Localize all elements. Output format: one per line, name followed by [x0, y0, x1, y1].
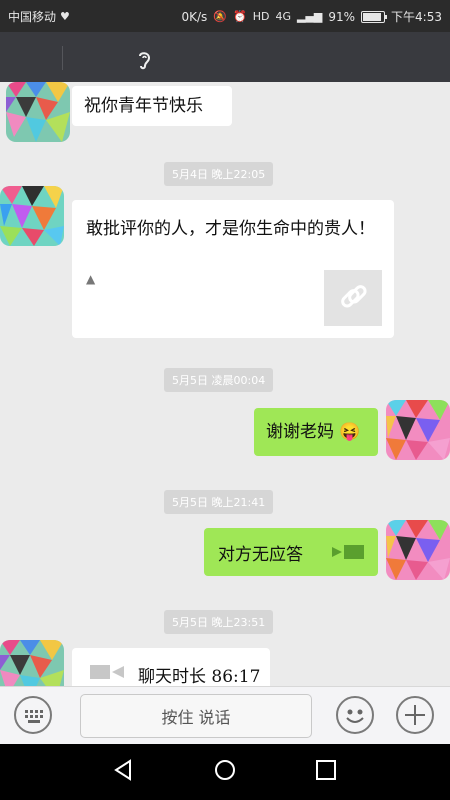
emoji-button[interactable] — [336, 696, 374, 734]
message-text: 祝你青年节快乐 — [84, 96, 203, 116]
hold-to-talk-label: 按住 说话 — [161, 708, 231, 727]
plus-icon — [405, 705, 425, 725]
battery-icon — [361, 10, 388, 23]
avatar[interactable] — [0, 186, 64, 246]
back-icon[interactable] — [112, 758, 136, 782]
link-thumbnail[interactable] — [324, 270, 382, 326]
link-card-text: 敢批评你的人，才是你生命中的贵人！ — [86, 219, 375, 239]
message-text: 对方无应答 — [218, 545, 303, 565]
timestamp: 5月5日 晚上21:41 — [164, 490, 274, 514]
hold-to-talk-button[interactable]: 按住 说话 — [80, 694, 312, 738]
timestamp: 5月5日 凌晨00:04 — [164, 368, 274, 392]
keyboard-toggle-button[interactable] — [14, 696, 52, 734]
more-options-button[interactable] — [396, 696, 434, 734]
smiley-icon — [346, 709, 364, 723]
heart-pulse-icon: ♥ — [60, 10, 70, 23]
video-camera-icon — [332, 545, 364, 559]
mute-icon: 🔕 — [213, 10, 227, 23]
link-card[interactable]: 敢批评你的人，才是你生命中的贵人！ ▲ — [72, 200, 394, 338]
carrier-label: 中国移动 — [8, 10, 57, 24]
clock: 下午4:53 — [391, 10, 442, 24]
avatar[interactable] — [0, 640, 64, 686]
timestamp: 5月4日 晚上22:05 — [164, 162, 274, 186]
android-nav-bar — [0, 744, 450, 800]
earpiece-mode-icon[interactable] — [135, 50, 155, 70]
message-bubble-self[interactable]: 谢谢老妈 😝 — [254, 408, 378, 456]
network-type-icon: 4G — [275, 10, 291, 23]
chat-area[interactable]: 祝你青年节快乐 5月4日 晚上22:05 敢批评你的人，才是你生命中的贵人！ ▲ — [0, 82, 450, 686]
home-icon[interactable] — [213, 758, 237, 782]
timestamp: 5月5日 晚上23:51 — [164, 610, 274, 634]
status-bar: 中国移动 ♥ 0K/s 🔕 ⏰ HD 4G ▂▄▆ 91% 下午4:53 — [0, 0, 450, 32]
hd-icon: HD — [252, 10, 270, 23]
video-camera-icon — [90, 665, 124, 679]
video-call-bubble[interactable]: 聊天时长 86:17 — [72, 648, 270, 686]
keyboard-icon — [25, 710, 43, 723]
avatar-self[interactable] — [386, 400, 450, 460]
expand-arrow-icon[interactable]: ▲ — [86, 272, 95, 286]
input-bar: 按住 说话 — [0, 686, 450, 745]
alarm-icon: ⏰ — [233, 10, 247, 23]
network-speed: 0K/s — [181, 9, 208, 24]
video-call-bubble-self[interactable]: 对方无应答 — [204, 528, 378, 576]
link-icon — [341, 285, 367, 308]
chat-header — [0, 32, 450, 82]
message-text: 聊天时长 86:17 — [138, 667, 261, 686]
recents-icon[interactable] — [314, 758, 338, 782]
header-divider — [62, 46, 63, 70]
message-bubble[interactable]: 祝你青年节快乐 — [72, 86, 232, 126]
battery-percent: 91% — [328, 9, 356, 24]
message-text: 谢谢老妈 — [266, 422, 334, 442]
signal-icon: ▂▄▆ — [296, 10, 323, 23]
avatar-self[interactable] — [386, 520, 450, 580]
tongue-out-emoji-icon: 😝 — [339, 422, 361, 442]
avatar[interactable] — [6, 82, 70, 142]
